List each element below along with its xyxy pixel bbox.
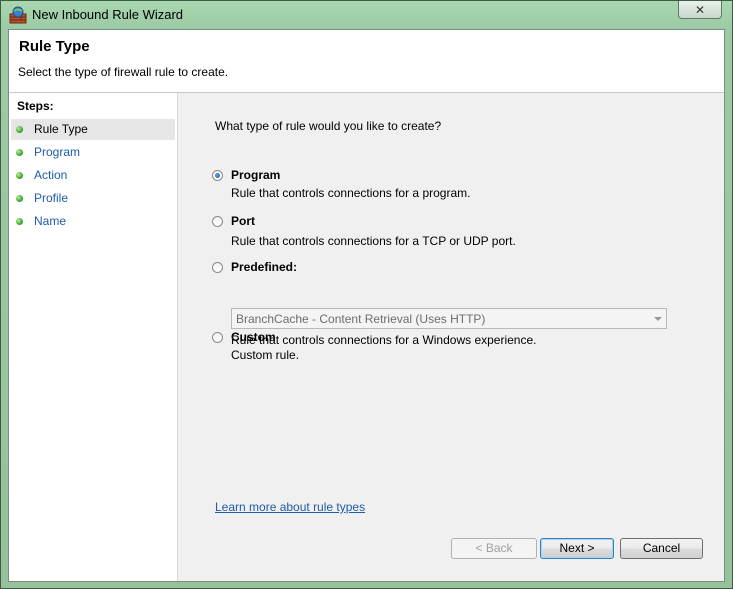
wizard-header: Rule Type Select the type of firewall ru…	[9, 30, 724, 93]
port-option-label[interactable]: Port	[231, 214, 255, 228]
step-name[interactable]: Name	[11, 211, 175, 232]
step-status-icon	[16, 126, 23, 133]
wizard-client-area: Rule Type Select the type of firewall ru…	[8, 29, 725, 582]
close-icon: ✕	[694, 2, 706, 17]
page-title: Rule Type	[19, 38, 90, 55]
port-option-description: Rule that controls connections for a TCP…	[231, 234, 516, 248]
custom-option-label[interactable]: Custom	[231, 330, 276, 344]
rule-type-question: What type of rule would you like to crea…	[215, 119, 442, 133]
predefined-option-label[interactable]: Predefined:	[231, 260, 297, 274]
custom-radio[interactable]	[212, 332, 223, 343]
predefined-option-description: Rule that controls connections for a Win…	[231, 333, 537, 347]
predefined-rule-value: BranchCache - Content Retrieval (Uses HT…	[236, 312, 486, 326]
predefined-rule-dropdown: BranchCache - Content Retrieval (Uses HT…	[231, 308, 667, 329]
step-label[interactable]: Name	[34, 214, 66, 228]
step-status-icon	[16, 218, 23, 225]
step-profile[interactable]: Profile	[11, 188, 175, 209]
steps-heading: Steps:	[17, 99, 54, 113]
title-bar[interactable]: New Inbound Rule Wizard ✕	[1, 1, 732, 29]
step-status-icon	[16, 149, 23, 156]
firewall-icon	[9, 6, 27, 24]
chevron-down-icon	[654, 317, 662, 321]
custom-option-description: Custom rule.	[231, 348, 300, 362]
program-radio[interactable]	[212, 170, 223, 181]
close-button[interactable]: ✕	[678, 1, 722, 19]
step-status-icon	[16, 172, 23, 179]
step-label: Rule Type	[34, 122, 88, 136]
predefined-radio[interactable]	[212, 262, 223, 273]
step-action[interactable]: Action	[11, 165, 175, 186]
next-button[interactable]: Next >	[540, 538, 614, 559]
step-program[interactable]: Program	[11, 142, 175, 163]
program-option-label[interactable]: Program	[231, 168, 280, 182]
back-button[interactable]: < Back	[451, 538, 537, 559]
steps-panel: Steps: Rule Type Program Action Profile …	[9, 93, 178, 581]
page-subtitle: Select the type of firewall rule to crea…	[18, 65, 229, 79]
window-title: New Inbound Rule Wizard	[32, 7, 184, 22]
step-status-icon	[16, 195, 23, 202]
step-rule-type: Rule Type	[11, 119, 175, 140]
wizard-window: New Inbound Rule Wizard ✕ Rule Type Sele…	[0, 0, 733, 589]
port-radio[interactable]	[212, 216, 223, 227]
cancel-button[interactable]: Cancel	[620, 538, 703, 559]
step-label[interactable]: Profile	[34, 191, 68, 205]
rule-type-panel: What type of rule would you like to crea…	[179, 93, 724, 581]
learn-more-link[interactable]: Learn more about rule types	[215, 500, 365, 514]
step-label[interactable]: Program	[34, 145, 80, 159]
program-option-description: Rule that controls connections for a pro…	[231, 186, 471, 200]
step-label[interactable]: Action	[34, 168, 67, 182]
